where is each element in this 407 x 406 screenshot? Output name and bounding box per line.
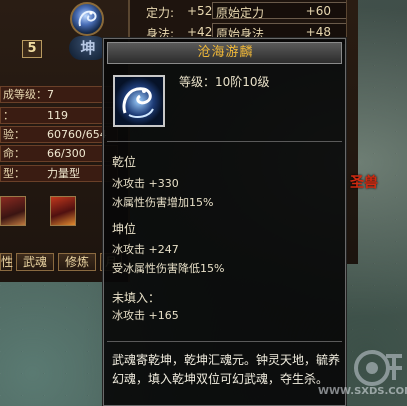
item-description: 武魂寄乾坤，乾坤汇魂元。钟灵天地，毓养幻魂，填入乾坤双位可幻武魂，夺生杀。 (112, 353, 341, 386)
stat-label: 成等级： (3, 88, 47, 101)
equip-slot-left[interactable] (0, 196, 26, 226)
attr-value: +42 (187, 25, 213, 39)
scene-red-label: 圣兽 (350, 175, 378, 191)
attr-base-box: 原始定力 +60 (212, 2, 354, 20)
tooltip-title-bar: 沧海游麟 (107, 42, 342, 64)
qian-stat-2: 冰属性伤害增加15% (112, 196, 214, 209)
stat-row-experience: 验： 60760/654 (0, 126, 118, 143)
qian-stat-1: 冰攻击 +330 (112, 177, 179, 190)
stat-label: 验： (3, 128, 25, 141)
divider (107, 141, 342, 142)
stat-label: ： (3, 109, 14, 122)
stat-value: 7 (47, 88, 54, 101)
stat-value: 119 (47, 109, 68, 122)
equip-slot-right[interactable] (50, 196, 76, 226)
kun-stat-2: 受冰属性伤害降低15% (112, 262, 225, 275)
kun-stat-1: 冰攻击 +247 (112, 243, 179, 256)
watermark-text: WWW.SXDS.COM (318, 386, 407, 397)
tooltip-title: 沧海游麟 (197, 45, 254, 60)
attr-base-value: +60 (305, 4, 331, 18)
kun-heading: 坤位 (112, 222, 137, 236)
attr-label: 定力: (146, 6, 175, 20)
stat-value: 力量型 (47, 167, 80, 180)
panel-right-edge (346, 0, 358, 264)
divider (107, 341, 342, 342)
attr-row-dingli: 定力: +52 原始定力 +60 (130, 0, 358, 20)
unfilled-stat: 冰攻击 +165 (112, 309, 179, 322)
tab-attributes[interactable]: 性 (0, 253, 13, 271)
item-level: 等级：10阶10级 (179, 75, 270, 89)
dragon-crest-icon (70, 2, 104, 36)
tab-cultivation[interactable]: 修炼 (58, 253, 96, 271)
tab-wuhun[interactable]: 武魂 (16, 253, 54, 271)
stat-label: 型： (3, 167, 25, 180)
stat-row-type: 型： 力量型 (0, 165, 118, 182)
watermark-logo-icon (352, 346, 404, 390)
item-tooltip: 沧海游麟 等级：10阶10级 乾位 冰攻击 +330 冰属性伤害增加15% 坤位… (102, 37, 347, 406)
ice-dragon-icon (113, 75, 165, 127)
stat-row-growth: 成等级： 7 (0, 86, 118, 103)
attr-value: +52 (187, 4, 213, 18)
attr-row-shenfa: 身法: +42 原始身法 +48 (130, 21, 358, 41)
level-badge[interactable]: 5 (22, 40, 42, 58)
attr-base-label: 原始定力 (216, 6, 265, 20)
stat-row-level: ： 119 (0, 107, 118, 124)
stat-label: 命： (3, 147, 25, 160)
qian-heading: 乾位 (112, 155, 137, 169)
stat-value: 60760/654 (47, 128, 107, 141)
stat-value: 66/300 (47, 147, 86, 160)
attr-base-value: +48 (305, 25, 331, 39)
crest-label: 坤 (69, 36, 107, 60)
stat-row-life: 命： 66/300 (0, 145, 118, 162)
unfilled-heading: 未填入： (112, 291, 161, 305)
